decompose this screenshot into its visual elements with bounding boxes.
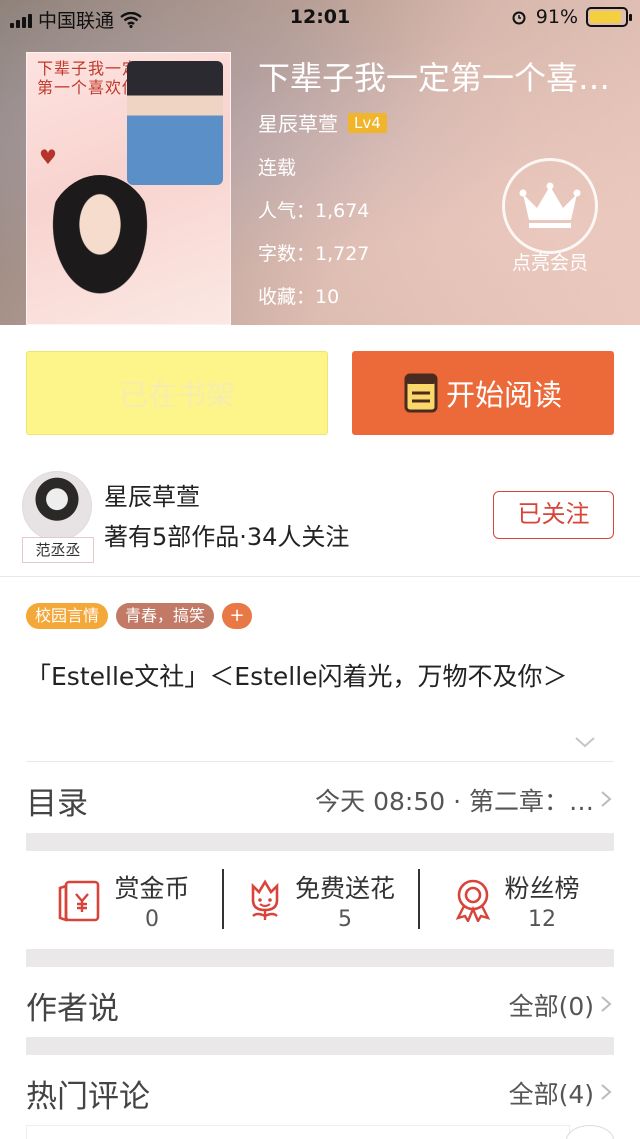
hot-comments-label: 热门评论 xyxy=(26,1079,150,1115)
medal-icon xyxy=(456,879,491,922)
chevron-down-icon[interactable] xyxy=(574,735,596,749)
fans-rank-count: 12 xyxy=(527,906,556,932)
section-divider xyxy=(26,833,614,851)
crown-icon xyxy=(502,158,598,254)
reward-coins-count: 0 xyxy=(144,906,159,932)
cover-figure-boy xyxy=(127,61,223,185)
tag-list: 校园言情 青春，搞笑 + xyxy=(26,603,253,629)
author-card[interactable]: 范丞丞 星辰草萱 著有5部作品·34人关注 已关注 xyxy=(0,459,640,577)
reward-bar: 赏金币 0 免费送花 5 粉丝榜 12 xyxy=(26,851,614,949)
reward-coins-text: 赏金币 0 xyxy=(114,869,189,932)
chevron-right-icon xyxy=(601,791,612,807)
book-detail-body: 已在书架 开始阅读 范丞丞 星辰草萱 著有5部作品·34人关注 已关注 校园言情… xyxy=(0,325,640,1139)
vip-button[interactable]: 点亮会员 xyxy=(500,158,600,275)
author-meta: 著有5部作品·34人关注 xyxy=(104,523,350,551)
send-flower-count: 5 xyxy=(337,906,352,932)
hot-comments-count: 全部(4) xyxy=(508,1080,594,1109)
battery-fill xyxy=(590,11,621,23)
heart-icon: ♥ xyxy=(39,145,57,169)
send-flower-button[interactable]: 免费送花 5 xyxy=(222,851,418,949)
avatar-tag: 范丞丞 xyxy=(22,537,94,563)
book-cover[interactable]: 下辈子我一定第一个喜欢你 ♥ xyxy=(26,52,231,325)
add-tag-button[interactable]: + xyxy=(222,603,253,629)
book-header: 中国联通 12:01 91% 下辈子我一定第一个喜欢你 ♥ 下辈子我一定第一个喜… xyxy=(0,0,640,325)
section-divider xyxy=(26,1037,614,1055)
catalog-row[interactable]: 目录 今天 08:50 · 第二章：… xyxy=(26,761,614,833)
tag-campus-romance[interactable]: 校园言情 xyxy=(26,603,109,629)
red-envelope-icon xyxy=(59,880,100,922)
reward-coins-button[interactable]: 赏金币 0 xyxy=(26,851,222,949)
chevron-right-icon xyxy=(601,996,612,1012)
cover-figure-girl xyxy=(45,175,155,305)
reward-coins-label: 赏金币 xyxy=(114,873,190,903)
book-icon xyxy=(404,373,438,413)
author-name[interactable]: 星辰草萱 xyxy=(104,477,200,512)
catalog-latest-chapter: 今天 08:50 · 第二章：… xyxy=(315,787,594,816)
catalog-label: 目录 xyxy=(26,786,88,822)
battery-icon xyxy=(586,7,632,27)
send-flower-text: 免费送花 5 xyxy=(295,869,395,932)
chevron-right-icon xyxy=(601,1084,612,1100)
level-badge: Lv4 xyxy=(348,112,387,133)
in-bookshelf-button[interactable]: 已在书架 xyxy=(26,351,328,435)
flower-icon xyxy=(251,879,279,920)
book-favorites: 收藏：10 xyxy=(258,286,340,308)
send-flower-label: 免费送花 xyxy=(294,873,395,903)
comment-card[interactable] xyxy=(26,1125,570,1139)
book-title: 下辈子我一定第一个喜欢你 xyxy=(258,59,630,97)
avatar[interactable] xyxy=(22,471,92,541)
book-author[interactable]: 星辰草萱 xyxy=(258,108,338,137)
vip-label: 点亮会员 xyxy=(511,252,588,274)
book-intro: 「Estelle文社」＜Estelle闪着光，万物不及你＞ xyxy=(26,662,568,691)
author-says-count: 全部(0) xyxy=(508,992,594,1021)
book-author-row[interactable]: 星辰草萱 Lv4 xyxy=(258,108,630,137)
author-says-row[interactable]: 作者说 全部(0) xyxy=(26,967,614,1039)
fans-rank-text: 粉丝榜 12 xyxy=(504,869,579,932)
fans-rank-button[interactable]: 粉丝榜 12 xyxy=(418,851,614,949)
section-divider xyxy=(26,949,614,967)
start-reading-label: 开始阅读 xyxy=(445,378,562,412)
hot-comments-row[interactable]: 热门评论 全部(4) xyxy=(26,1055,614,1127)
status-right: 91% xyxy=(510,6,632,28)
status-bar: 中国联通 12:01 91% xyxy=(0,0,640,36)
battery-percent: 91% xyxy=(535,6,578,28)
author-says-label: 作者说 xyxy=(26,991,119,1027)
fans-rank-label: 粉丝榜 xyxy=(504,873,580,903)
alarm-icon xyxy=(512,11,526,25)
tag-youth-comedy[interactable]: 青春，搞笑 xyxy=(116,603,215,629)
comment-avatar xyxy=(566,1125,614,1139)
follow-button[interactable]: 已关注 xyxy=(493,491,614,539)
start-reading-button[interactable]: 开始阅读 xyxy=(352,351,614,435)
